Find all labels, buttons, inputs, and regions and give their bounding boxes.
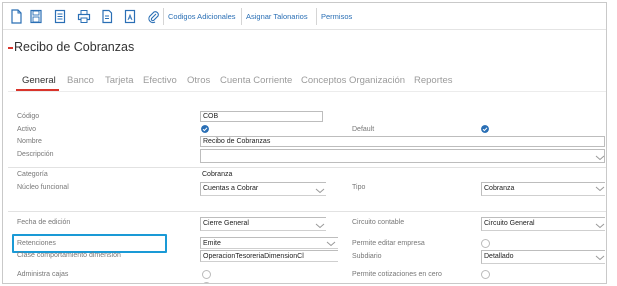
codigos-adicionales-link[interactable]: Codigos Adicionales — [168, 12, 236, 21]
tab-cuenta-corriente[interactable]: Cuenta Corriente — [220, 75, 292, 86]
codigo-input[interactable]: COB — [200, 111, 323, 122]
permisos-link[interactable]: Permisos — [321, 12, 352, 21]
codigo-label: Código — [17, 113, 40, 120]
toolbar-separator — [316, 8, 317, 25]
activo-label: Activo — [17, 126, 37, 133]
chevron-down-icon[interactable] — [326, 241, 336, 247]
section-divider — [8, 167, 606, 168]
attach-icon[interactable] — [146, 9, 160, 24]
highlight-box — [12, 234, 167, 253]
toolbar-separator — [241, 8, 242, 25]
permite-editar-empresa-label: Permite editar empresa — [352, 240, 425, 247]
administra-cajas-label: Administra cajas — [17, 271, 69, 278]
fecha-edicion-select[interactable]: Cierre General — [200, 217, 326, 231]
permite-editar-empresa-toggle[interactable] — [481, 239, 490, 248]
tipo-select[interactable]: Cobranza — [481, 182, 605, 196]
chevron-down-icon[interactable] — [595, 255, 605, 261]
categoria-label: Categoría — [17, 171, 48, 178]
circuito-contable-label: Circuito contable — [352, 219, 405, 226]
tipo-label: Tipo — [352, 184, 366, 191]
permite-cotizaciones-toggle[interactable] — [481, 270, 490, 279]
activo-checkbox[interactable] — [201, 125, 209, 133]
tab-reportes[interactable]: Reportes — [414, 75, 453, 86]
default-label: Default — [352, 126, 375, 133]
fecha-edicion-label: Fecha de edición — [17, 219, 71, 226]
nucleo-funcional-select[interactable]: Cuentas a Cobrar — [200, 182, 326, 196]
new-document-icon[interactable] — [9, 9, 23, 24]
tab-efectivo[interactable]: Efectivo — [143, 75, 177, 86]
asignar-talonarios-link[interactable]: Asignar Talonarios — [246, 12, 308, 21]
tab-general[interactable]: General — [22, 75, 56, 86]
retenciones-select[interactable]: Emite — [200, 237, 338, 249]
clase-comportamiento-select[interactable]: OperacionTesoreriaDimensionCl — [200, 250, 338, 262]
subdiario-select[interactable]: Detallado — [481, 250, 605, 264]
toolbar-separator — [163, 8, 164, 25]
chevron-down-icon[interactable] — [595, 155, 605, 161]
print-icon[interactable] — [77, 9, 91, 24]
title-marker — [8, 47, 13, 49]
chevron-down-icon[interactable] — [595, 223, 605, 229]
app-window: Codigos Adicionales Asignar Talonarios P… — [2, 2, 607, 284]
nucleo-funcional-label: Núcleo funcional — [17, 184, 69, 191]
default-checkbox[interactable] — [481, 125, 489, 133]
tabs-divider — [8, 91, 606, 92]
descripcion-label: Descripción — [17, 151, 54, 158]
chevron-down-icon[interactable] — [595, 186, 605, 192]
tab-banco[interactable]: Banco — [67, 75, 94, 86]
subdiario-label: Subdiario — [352, 253, 382, 260]
nombre-input[interactable]: Recibo de Cobranzas — [200, 136, 605, 147]
clase-comportamiento-label: Clase comportamiento dimensión — [17, 252, 121, 259]
tab-conceptos-organizacion[interactable]: Conceptos Organización — [301, 75, 405, 86]
chevron-down-icon[interactable] — [315, 223, 325, 229]
tab-otros[interactable]: Otros — [187, 75, 210, 86]
nombre-label: Nombre — [17, 138, 42, 145]
permite-cotizaciones-label: Permite cotizaciones en cero — [352, 271, 442, 278]
toolbar: Codigos Adicionales Asignar Talonarios P… — [3, 3, 606, 30]
descripcion-input[interactable] — [200, 149, 605, 163]
chevron-down-icon[interactable] — [315, 188, 325, 194]
categoria-value: Cobranza — [202, 171, 233, 178]
next-row-toggle[interactable] — [202, 282, 211, 283]
section-divider — [8, 211, 606, 212]
document-list-icon[interactable] — [53, 9, 67, 24]
administra-cajas-toggle[interactable] — [202, 270, 211, 279]
export-icon[interactable] — [123, 9, 137, 24]
page-title: Recibo de Cobranzas — [14, 40, 135, 54]
document-icon[interactable] — [100, 9, 114, 24]
save-icon[interactable] — [29, 9, 43, 24]
tab-tarjeta[interactable]: Tarjeta — [105, 75, 134, 86]
circuito-contable-select[interactable]: Circuito General — [481, 217, 605, 231]
